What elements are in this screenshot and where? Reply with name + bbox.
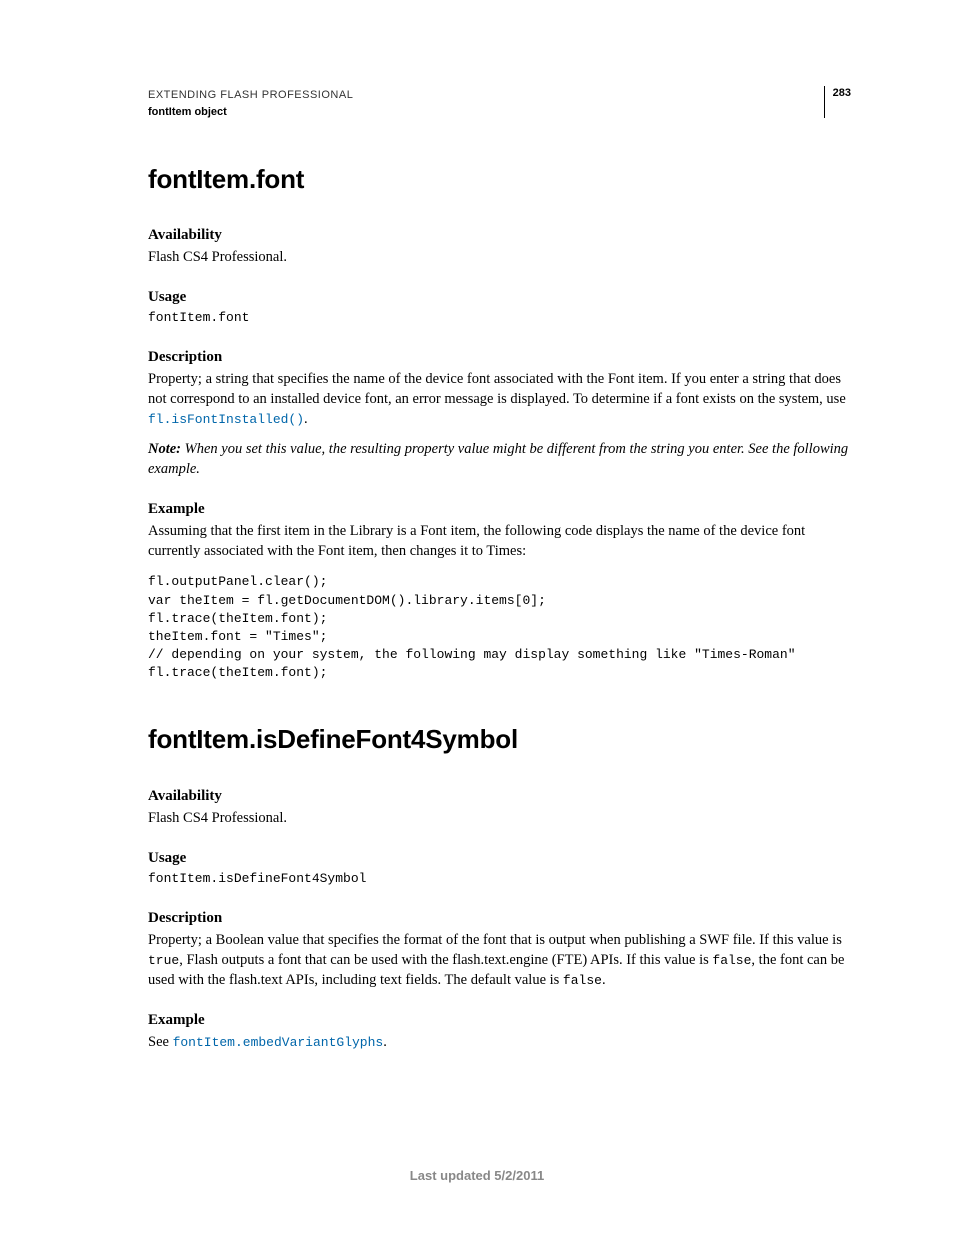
example-text: Assuming that the first item in the Libr… bbox=[148, 521, 851, 561]
description-code: true bbox=[148, 953, 179, 968]
availability-text: Flash CS4 Professional. bbox=[148, 808, 851, 828]
availability-label: Availability bbox=[148, 786, 851, 806]
example-label: Example bbox=[148, 499, 851, 519]
usage-code: fontItem.isDefineFont4Symbol bbox=[148, 870, 851, 888]
section-heading: fontItem.font bbox=[148, 162, 851, 197]
example-text: See fontItem.embedVariantGlyphs. bbox=[148, 1032, 851, 1052]
header-subtitle: fontItem object bbox=[148, 105, 851, 120]
description-end: . bbox=[602, 972, 606, 988]
usage-code: fontItem.font bbox=[148, 309, 851, 327]
example-code: fl.outputPanel.clear(); var theItem = fl… bbox=[148, 573, 851, 682]
example-section: Example Assuming that the first item in … bbox=[148, 499, 851, 682]
description-code: false bbox=[563, 973, 602, 988]
usage-section: Usage fontItem.isDefineFont4Symbol bbox=[148, 848, 851, 888]
header-title: EXTENDING FLASH PROFESSIONAL bbox=[148, 88, 851, 103]
availability-section: Availability Flash CS4 Professional. bbox=[148, 225, 851, 267]
description-code: false bbox=[712, 953, 751, 968]
example-section: Example See fontItem.embedVariantGlyphs. bbox=[148, 1010, 851, 1052]
availability-text: Flash CS4 Professional. bbox=[148, 247, 851, 267]
description-section: Description Property; a string that spec… bbox=[148, 347, 851, 479]
description-post: . bbox=[304, 411, 308, 427]
note-block: Note: When you set this value, the resul… bbox=[148, 439, 851, 479]
description-label: Description bbox=[148, 908, 851, 928]
example-label: Example bbox=[148, 1010, 851, 1030]
page-number-wrap: 283 bbox=[824, 86, 851, 118]
example-pre: See bbox=[148, 1034, 173, 1050]
description-link[interactable]: fl.isFontInstalled() bbox=[148, 412, 304, 427]
page-header: EXTENDING FLASH PROFESSIONAL fontItem ob… bbox=[148, 88, 851, 120]
description-section: Description Property; a Boolean value th… bbox=[148, 908, 851, 990]
example-link[interactable]: fontItem.embedVariantGlyphs bbox=[173, 1035, 384, 1050]
description-pre: Property; a Boolean value that specifies… bbox=[148, 932, 842, 948]
usage-section: Usage fontItem.font bbox=[148, 287, 851, 327]
description-text: Property; a Boolean value that specifies… bbox=[148, 930, 851, 990]
availability-label: Availability bbox=[148, 225, 851, 245]
example-post: . bbox=[383, 1034, 387, 1050]
page-number: 283 bbox=[833, 86, 851, 101]
usage-label: Usage bbox=[148, 287, 851, 307]
description-text: Property; a string that specifies the na… bbox=[148, 369, 851, 429]
description-mid: , Flash outputs a font that can be used … bbox=[179, 952, 712, 968]
usage-label: Usage bbox=[148, 848, 851, 868]
description-pre: Property; a string that specifies the na… bbox=[148, 371, 846, 407]
description-label: Description bbox=[148, 347, 851, 367]
footer-updated: Last updated 5/2/2011 bbox=[0, 1167, 954, 1185]
note-label: Note: bbox=[148, 441, 185, 457]
note-text: When you set this value, the resulting p… bbox=[148, 441, 848, 477]
availability-section: Availability Flash CS4 Professional. bbox=[148, 786, 851, 828]
section-heading: fontItem.isDefineFont4Symbol bbox=[148, 722, 851, 757]
